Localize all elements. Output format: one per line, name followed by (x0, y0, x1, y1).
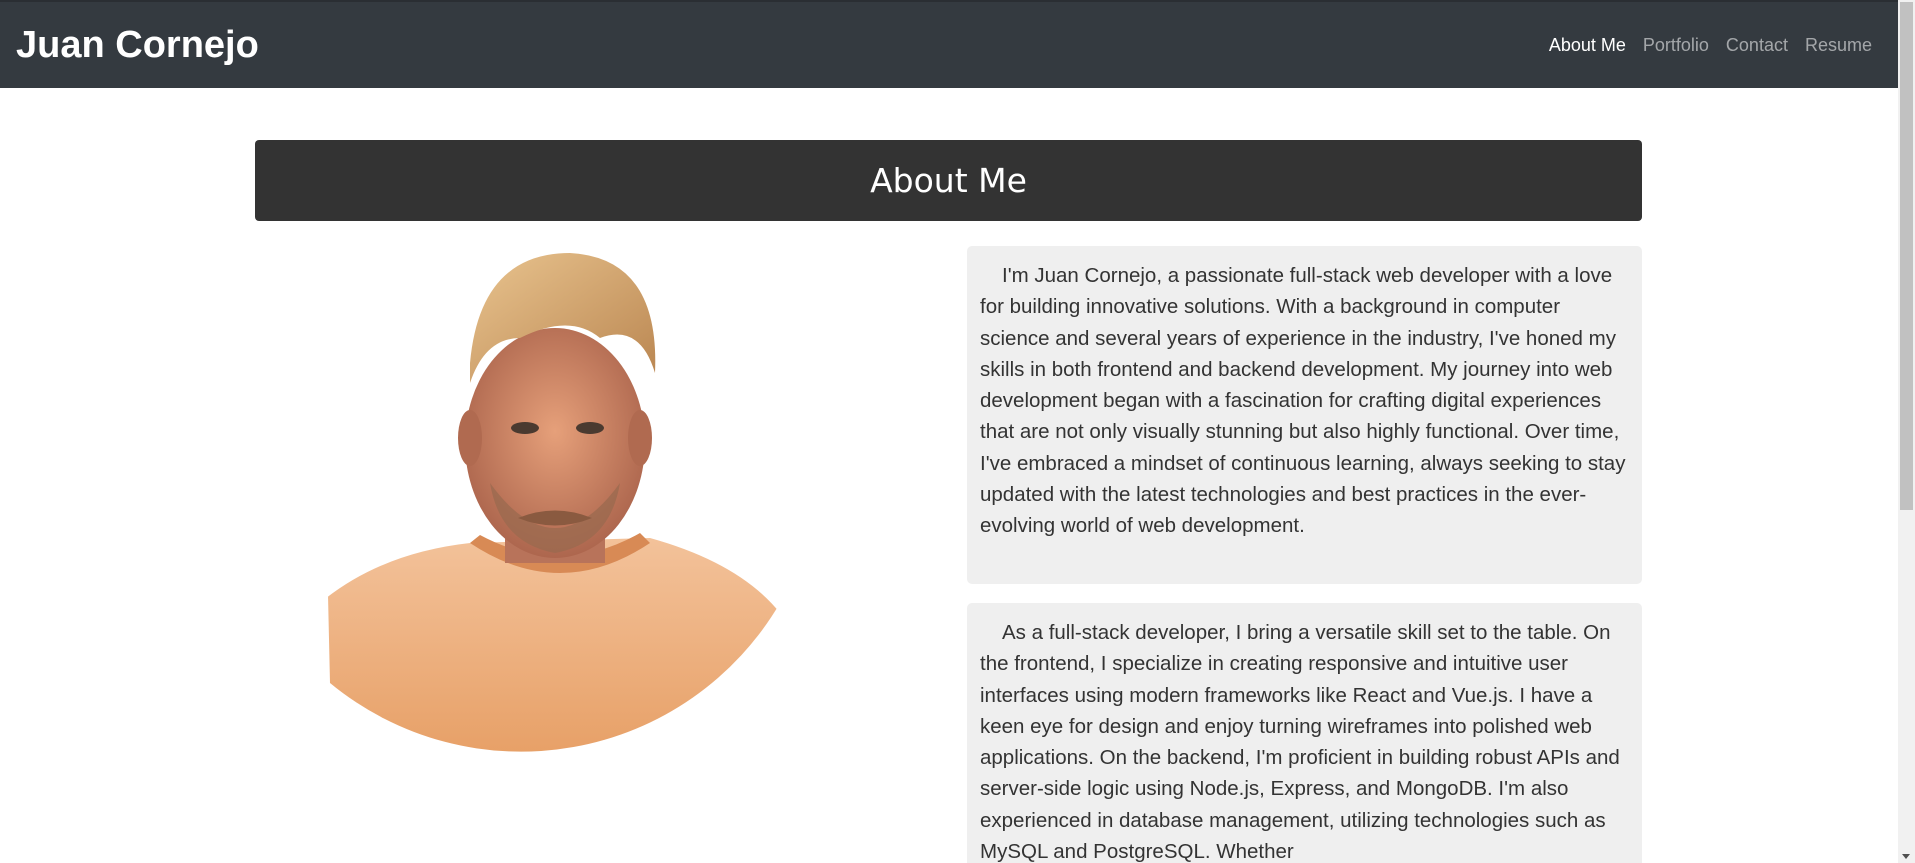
section-title: About Me (870, 161, 1027, 200)
section-title-banner: About Me (255, 140, 1642, 221)
profile-photo (320, 243, 790, 793)
nav-menu: About Me Portfolio Contact Resume (1549, 35, 1872, 56)
nav-link-about-me[interactable]: About Me (1549, 35, 1626, 56)
about-paragraph-1: I'm Juan Cornejo, a passionate full-stac… (967, 246, 1642, 584)
scrollbar-thumb[interactable] (1900, 2, 1913, 510)
scroll-down-arrow-icon[interactable] (1902, 854, 1910, 859)
nav-link-resume[interactable]: Resume (1805, 35, 1872, 56)
nav-link-portfolio[interactable]: Portfolio (1643, 35, 1709, 56)
about-paragraph-2: As a full-stack developer, I bring a ver… (967, 603, 1642, 863)
brand-link[interactable]: Juan Cornejo (16, 24, 259, 67)
navbar: Juan Cornejo About Me Portfolio Contact … (0, 0, 1898, 88)
page-scrollbar[interactable] (1898, 0, 1915, 863)
nav-link-contact[interactable]: Contact (1726, 35, 1788, 56)
